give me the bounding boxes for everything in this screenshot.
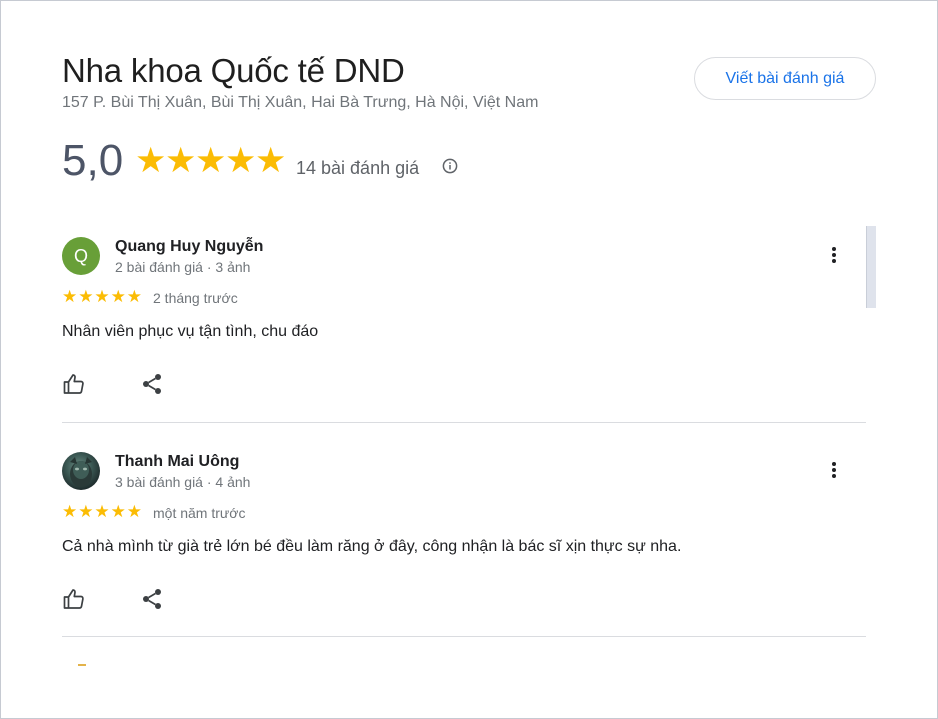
more-options-icon[interactable] bbox=[824, 460, 844, 484]
review-text: Cả nhà mình từ già trẻ lớn bé đều làm ră… bbox=[62, 538, 682, 555]
avatar[interactable]: Q bbox=[62, 237, 100, 275]
star-icon: ★ bbox=[110, 502, 126, 521]
reviewer-meta: 2 bài đánh giá · 3 ảnh bbox=[115, 259, 251, 275]
avatar[interactable] bbox=[62, 452, 100, 490]
reviewer-meta: 3 bài đánh giá · 4 ảnh bbox=[115, 474, 251, 490]
reviewer-name[interactable]: Quang Huy Nguyễn bbox=[115, 238, 263, 256]
star-icon: ★ bbox=[94, 287, 110, 306]
review-time: 2 tháng trước bbox=[153, 290, 238, 306]
star-icon: ★ bbox=[126, 287, 142, 306]
star-icon: ★ bbox=[78, 502, 94, 521]
star-icon: ★ bbox=[62, 502, 78, 521]
star-icon: ★ bbox=[126, 502, 142, 521]
rating-stars: ★ ★ ★ ★ ★ bbox=[135, 141, 287, 180]
place-title: Nha khoa Quốc tế DND bbox=[62, 52, 405, 89]
review-count: 14 bài đánh giá bbox=[296, 158, 420, 178]
star-icon: ★ bbox=[165, 141, 197, 180]
reviewer-name[interactable]: Thanh Mai Uông bbox=[115, 453, 239, 471]
star-icon: ★ bbox=[110, 287, 126, 306]
next-review-avatar-partial bbox=[78, 664, 86, 666]
share-icon[interactable] bbox=[140, 587, 164, 611]
star-icon: ★ bbox=[255, 141, 287, 180]
thumb-up-icon[interactable] bbox=[62, 372, 86, 396]
star-icon: ★ bbox=[135, 141, 167, 180]
review-item: Q Quang Huy Nguyễn 2 bài đánh giá · 3 ản… bbox=[62, 237, 866, 397]
star-icon: ★ bbox=[195, 141, 227, 180]
divider bbox=[62, 636, 866, 637]
star-icon: ★ bbox=[94, 502, 110, 521]
review-stars: ★ ★ ★ ★ ★ bbox=[62, 288, 143, 306]
review-item: Thanh Mai Uông 3 bài đánh giá · 4 ảnh ★ ★… bbox=[62, 452, 866, 612]
divider bbox=[62, 422, 866, 423]
review-text: Nhân viên phục vụ tận tình, chu đáo bbox=[62, 323, 319, 340]
place-address: 157 P. Bùi Thị Xuân, Bùi Thị Xuân, Hai B… bbox=[62, 94, 539, 111]
thumb-up-icon[interactable] bbox=[62, 587, 86, 611]
avatar-photo bbox=[70, 457, 92, 487]
star-icon: ★ bbox=[78, 287, 94, 306]
star-icon: ★ bbox=[62, 287, 78, 306]
average-rating: 5,0 bbox=[62, 136, 124, 185]
write-review-button[interactable]: Viết bài đánh giá bbox=[694, 57, 876, 100]
star-icon: ★ bbox=[225, 141, 257, 180]
share-icon[interactable] bbox=[140, 372, 164, 396]
review-stars: ★ ★ ★ ★ ★ bbox=[62, 503, 143, 521]
review-time: một năm trước bbox=[153, 505, 246, 521]
scrollbar-thumb[interactable] bbox=[866, 226, 876, 308]
info-icon[interactable] bbox=[442, 158, 458, 174]
more-options-icon[interactable] bbox=[824, 245, 844, 269]
